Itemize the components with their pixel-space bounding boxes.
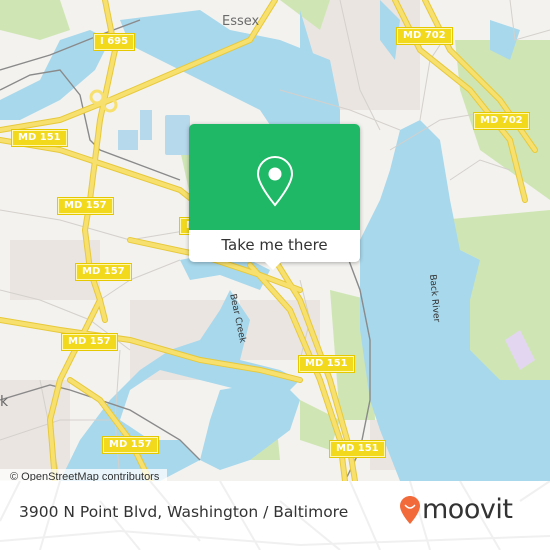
road-label-md151: MD 151 xyxy=(329,440,386,458)
location-pin-icon xyxy=(256,155,294,207)
take-me-there-button[interactable]: Take me there xyxy=(189,230,360,262)
address-text: 3900 N Point Blvd, Washington / Baltimor… xyxy=(19,503,349,521)
moovit-wordmark: moovit xyxy=(422,494,513,525)
moovit-smile-pin-icon xyxy=(400,495,420,524)
footer-bar: 3900 N Point Blvd, Washington / Baltimor… xyxy=(0,481,550,550)
industrial-tanks xyxy=(118,110,190,155)
road-label-md157: MD 157 xyxy=(75,263,132,281)
popup-pointer xyxy=(264,261,282,270)
road-label-md702: MD 702 xyxy=(396,27,453,45)
road-label-md157: MD 157 xyxy=(61,333,118,351)
road-label-md151: MD 151 xyxy=(298,355,355,373)
map-attribution[interactable]: © OpenStreetMap contributors xyxy=(0,469,168,481)
road-label-md702: MD 702 xyxy=(473,112,530,130)
place-label-partial: k xyxy=(0,394,9,410)
location-popup[interactable]: Take me there xyxy=(189,124,360,270)
map-view[interactable]: Essex k Bear Creek Back River I 695 MD 7… xyxy=(0,0,550,481)
place-label-essex: Essex xyxy=(222,14,260,29)
moovit-logo[interactable]: moovit xyxy=(399,494,513,525)
road-label-i695: I 695 xyxy=(92,33,136,51)
road-label-md157: MD 157 xyxy=(102,436,159,454)
popup-header xyxy=(189,124,360,230)
road-label-md151: MD 151 xyxy=(11,129,68,147)
road-label-md157: MD 157 xyxy=(57,197,114,215)
